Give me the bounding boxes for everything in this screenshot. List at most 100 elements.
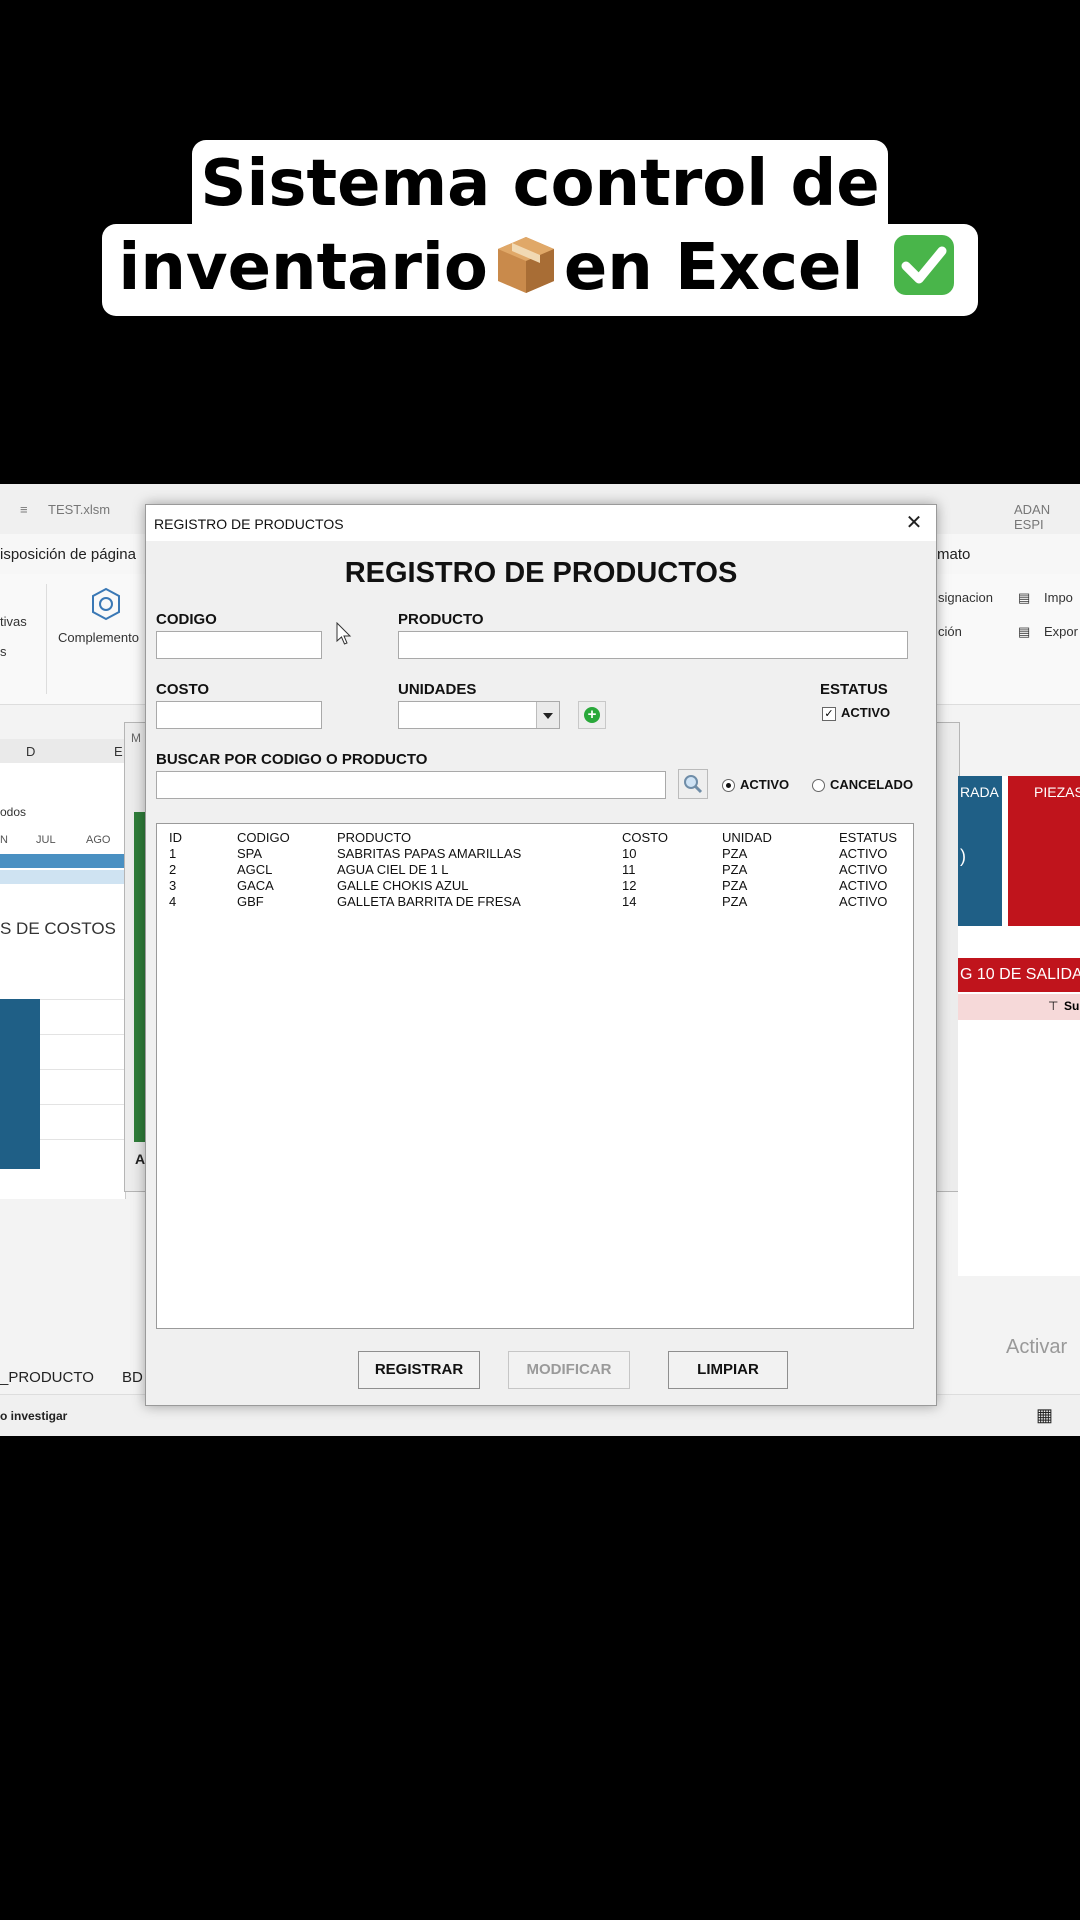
- ribbon-importar[interactable]: Impo: [1044, 590, 1073, 605]
- periodos-label: odos: [0, 805, 27, 819]
- timeline-bar[interactable]: [0, 854, 125, 868]
- costo-label: COSTO: [156, 681, 210, 698]
- col-header: ESTATUS: [839, 830, 898, 845]
- col-header: UNIDAD: [722, 830, 772, 845]
- cell-estatus: ACTIVO: [839, 878, 888, 893]
- menu-page-layout[interactable]: isposición de página: [0, 546, 136, 563]
- estatus-label: ESTATUS: [820, 681, 888, 698]
- radio-activo[interactable]: [722, 779, 735, 792]
- caption-line-2: inventario en Excel: [102, 224, 978, 316]
- salida-banner: G 10 DE SALIDA: [958, 958, 1080, 992]
- month-label: N: [0, 834, 8, 846]
- costos-chart-title: S DE COSTOS: [0, 919, 116, 938]
- modificar-button[interactable]: MODIFICAR: [508, 1351, 630, 1389]
- registro-productos-dialog: REGISTRO DE PRODUCTOS ✕ REGISTRO DE PROD…: [145, 504, 937, 1406]
- cell-unidad: PZA: [722, 878, 748, 893]
- activo-checkbox[interactable]: ✓: [822, 707, 836, 721]
- cell-estatus: ACTIVO: [839, 894, 888, 909]
- sheet-tab-bd[interactable]: BD: [122, 1369, 143, 1386]
- filter-icon[interactable]: ⊤: [1048, 999, 1058, 1013]
- cell-id: 1: [169, 846, 177, 861]
- search-icon: [684, 775, 703, 794]
- mouse-cursor-icon: [336, 622, 352, 645]
- dialog-window-title: REGISTRO DE PRODUCTOS: [154, 516, 344, 532]
- chevron-down-icon[interactable]: [536, 702, 559, 728]
- radio-cancelado-label: CANCELADO: [830, 777, 914, 792]
- radio-activo-label: ACTIVO: [740, 777, 790, 792]
- month-label: AGO: [86, 834, 111, 846]
- search-button[interactable]: [678, 769, 708, 799]
- cell-costo: 11: [622, 862, 636, 877]
- activo-checkbox-label: ACTIVO: [841, 705, 891, 720]
- import-icon[interactable]: ▤: [1018, 590, 1030, 606]
- limpiar-button[interactable]: LIMPIAR: [668, 1351, 788, 1389]
- productos-listbox[interactable]: ID CODIGO PRODUCTO COSTO UNIDAD ESTATUS …: [156, 823, 914, 1329]
- file-name: TEST.xlsm: [48, 502, 111, 517]
- addins-icon[interactable]: [88, 586, 124, 622]
- col-header: ID: [169, 830, 182, 845]
- buscar-label: BUSCAR POR CODIGO O PRODUCTO: [156, 751, 428, 768]
- salida-banner-text: G 10 DE SALIDA: [960, 966, 1080, 983]
- cell-codigo: AGCL: [237, 862, 273, 877]
- sheet-tab-producto[interactable]: _PRODUCTO: [0, 1369, 94, 1386]
- registrar-button[interactable]: REGISTRAR: [358, 1351, 480, 1389]
- piezas-tile: PIEZAS: [1008, 776, 1080, 926]
- table-row[interactable]: 4 GBF GALLETA BARRITA DE FRESA 14 PZA AC…: [157, 894, 915, 910]
- dialog-title-bar: REGISTRO DE PRODUCTOS ✕: [146, 505, 936, 541]
- col-header: COSTO: [622, 830, 668, 845]
- unidades-select[interactable]: [398, 701, 560, 729]
- status-text: o investigar: [0, 1409, 68, 1423]
- cell-id: 4: [169, 894, 177, 909]
- cell-codigo: GBF: [237, 894, 264, 909]
- cell-costo: 12: [622, 878, 637, 893]
- unidades-label: UNIDADES: [398, 681, 477, 698]
- entrada-tile-label: RADA: [960, 784, 999, 800]
- menu-format[interactable]: rmato: [932, 546, 970, 563]
- normal-view-icon[interactable]: ▦: [1036, 1405, 1053, 1426]
- sheet-dashboard-right: RADA ) PIEZAS G 10 DE SALIDA ⊤ Su: [958, 776, 1080, 1276]
- ribbon-item-1[interactable]: tivas: [0, 614, 27, 629]
- table-row[interactable]: 3 GACA GALLE CHOKIS AZUL 12 PZA ACTIVO: [157, 878, 915, 894]
- caption-word-excel: en Excel: [563, 231, 864, 305]
- table-row[interactable]: 1 SPA SABRITAS PAPAS AMARILLAS 10 PZA AC…: [157, 846, 915, 862]
- search-input[interactable]: [156, 771, 666, 799]
- dialog-heading: REGISTRO DE PRODUCTOS: [344, 557, 738, 589]
- ribbon-exportar[interactable]: Expor: [1044, 624, 1078, 639]
- cell-id: 2: [169, 862, 177, 877]
- ribbon-item-2[interactable]: s: [0, 644, 7, 659]
- codigo-input[interactable]: [156, 631, 322, 659]
- cell-codigo: SPA: [237, 846, 263, 861]
- entrada-tile-value: ): [960, 846, 966, 866]
- producto-input[interactable]: [398, 631, 908, 659]
- ribbon-asignacion[interactable]: signacion: [938, 590, 993, 605]
- filter-label: Su: [1064, 999, 1080, 1013]
- cell-unidad: PZA: [722, 862, 748, 877]
- entrada-tile: RADA ): [958, 776, 1002, 926]
- plus-circle-icon: +: [584, 707, 600, 723]
- costo-input[interactable]: [156, 701, 322, 729]
- col-header: PRODUCTO: [337, 830, 412, 845]
- cell-codigo: GACA: [237, 878, 274, 893]
- cell-unidad: PZA: [722, 846, 748, 861]
- background-form-label: A: [135, 1151, 146, 1167]
- cell-estatus: ACTIVO: [839, 862, 888, 877]
- ribbon-complementos[interactable]: Complemento: [58, 630, 139, 645]
- add-unit-button[interactable]: +: [578, 701, 606, 729]
- month-label: JUL: [36, 834, 56, 846]
- producto-label: PRODUCTO: [398, 611, 484, 628]
- col-header: CODIGO: [237, 830, 290, 845]
- column-e[interactable]: E: [114, 744, 123, 759]
- ribbon-opcion[interactable]: ción: [938, 624, 962, 639]
- background-form-title: M: [131, 731, 141, 745]
- table-row[interactable]: 2 AGCL AGUA CIEL DE 1 L 11 PZA ACTIVO: [157, 862, 915, 878]
- piezas-tile-text: PIEZAS: [1034, 784, 1080, 800]
- radio-cancelado[interactable]: [812, 779, 825, 792]
- codigo-label: CODIGO: [156, 611, 217, 628]
- column-d[interactable]: D: [26, 744, 35, 759]
- table-header: ID CODIGO PRODUCTO COSTO UNIDAD ESTATUS: [157, 830, 915, 846]
- caption-line-1: Sistema control de: [192, 140, 888, 232]
- check-mark-icon: [893, 235, 954, 295]
- export-icon[interactable]: ▤: [1018, 624, 1030, 640]
- cell-costo: 10: [622, 846, 637, 861]
- close-icon[interactable]: ✕: [902, 511, 926, 535]
